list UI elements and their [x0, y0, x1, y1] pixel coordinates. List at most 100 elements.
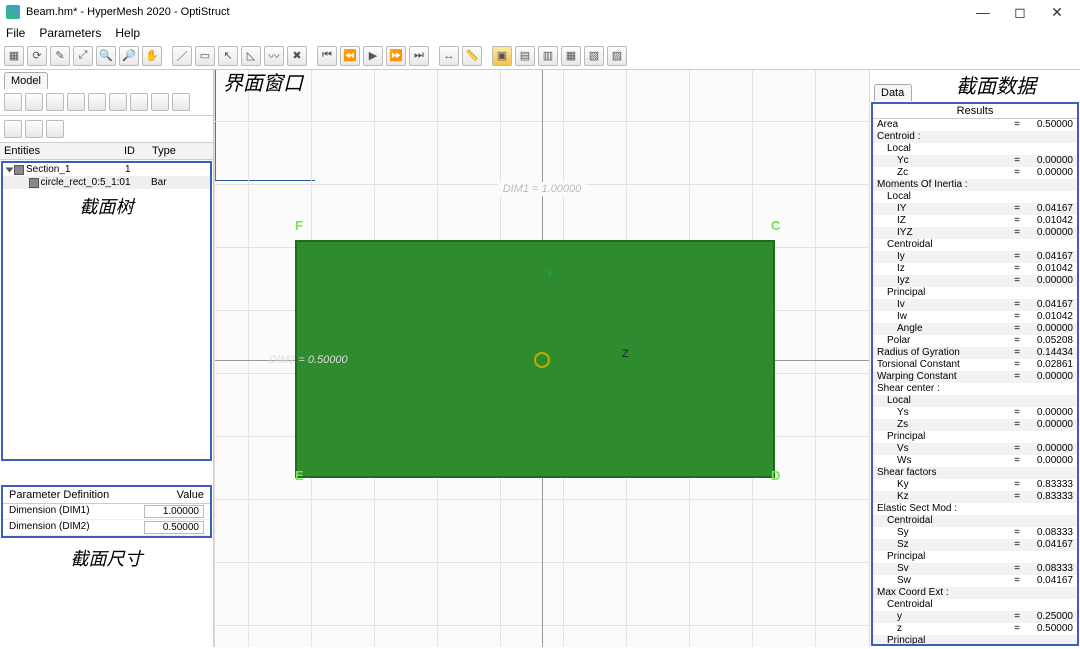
result-row: Principal: [873, 431, 1077, 443]
result-row: Max Coord Ext :: [873, 587, 1077, 599]
zoom-in-icon[interactable]: 🔍: [96, 46, 116, 66]
result-row: Ky=0.83333: [873, 479, 1077, 491]
layout-1-icon[interactable]: ▣: [492, 46, 512, 66]
delete-icon[interactable]: ✖: [287, 46, 307, 66]
result-row: Yc=0.00000: [873, 155, 1077, 167]
origin-marker: [534, 352, 550, 368]
zoom-fit-icon[interactable]: ⤢: [73, 46, 93, 66]
toolbar: ▦ ⟳ ✎ ⤢ 🔍 🔎 ✋ ／ ▭ ↖ ◺ 〰 ✖ ⏮ ⏪ ▶ ⏩ ⏭ ↔ 📏 …: [0, 44, 1080, 70]
result-row: Radius of Gyration=0.14434: [873, 347, 1077, 359]
result-row: Sw=0.04167: [873, 575, 1077, 587]
poly-icon[interactable]: ◺: [241, 46, 261, 66]
rect-icon[interactable]: ▭: [195, 46, 215, 66]
menu-file[interactable]: File: [6, 26, 25, 40]
browser-load-icon[interactable]: [88, 93, 106, 111]
result-row: Ys=0.00000: [873, 407, 1077, 419]
result-row: Ws=0.00000: [873, 455, 1077, 467]
browser-sub2-icon[interactable]: [25, 120, 43, 138]
browser-property-icon[interactable]: [67, 93, 85, 111]
draw-icon[interactable]: ✎: [50, 46, 70, 66]
curve-icon[interactable]: 〰: [264, 46, 284, 66]
result-row: Centroid :: [873, 131, 1077, 143]
results-box: Results Area=0.50000Centroid :LocalYc=0.…: [871, 102, 1079, 646]
param-row[interactable]: Dimension (DIM1)1.00000: [3, 504, 210, 520]
result-row: Iw=0.01042: [873, 311, 1077, 323]
play-next-icon[interactable]: ⏩: [386, 46, 406, 66]
result-row: Local: [873, 395, 1077, 407]
result-row: Zs=0.00000: [873, 419, 1077, 431]
grid-icon[interactable]: ▦: [4, 46, 24, 66]
result-row: y=0.25000: [873, 611, 1077, 623]
browser-sub3-icon[interactable]: [46, 120, 64, 138]
tab-data[interactable]: Data: [874, 84, 912, 101]
result-row: Local: [873, 191, 1077, 203]
window-title: Beam.hm* - HyperMesh 2020 - OptiStruct: [26, 6, 230, 18]
browser-other-icon[interactable]: [172, 93, 190, 111]
minimize-button[interactable]: —: [966, 4, 1000, 20]
tree-row[interactable]: Section_11: [3, 163, 210, 176]
browser-set-icon[interactable]: [109, 93, 127, 111]
viewport[interactable]: 界面窗口 DIM1 = 1.00000 DIM2 = 0.50000 F C E…: [214, 70, 870, 647]
result-row: Local: [873, 143, 1077, 155]
result-row: Principal: [873, 287, 1077, 299]
annotation-tree: 截面树: [3, 189, 210, 223]
result-row: Centroidal: [873, 239, 1077, 251]
measure-icon[interactable]: ↔: [439, 46, 459, 66]
browser-assembly-icon[interactable]: [130, 93, 148, 111]
menu-parameters[interactable]: Parameters: [39, 26, 101, 40]
menu-help[interactable]: Help: [115, 26, 140, 40]
browser-sub1-icon[interactable]: [4, 120, 22, 138]
tree-header-type[interactable]: Type: [152, 145, 209, 157]
result-row: Polar=0.05208: [873, 335, 1077, 347]
play-last-icon[interactable]: ⏭: [409, 46, 429, 66]
axis-y-label: Y: [546, 268, 553, 280]
browser-component-icon[interactable]: [25, 93, 43, 111]
layout-4-icon[interactable]: ▦: [561, 46, 581, 66]
result-row: Sy=0.08333: [873, 527, 1077, 539]
play-prev-icon[interactable]: ⏪: [340, 46, 360, 66]
result-row: Principal: [873, 551, 1077, 563]
result-row: Sz=0.04167: [873, 539, 1077, 551]
param-header-left: Parameter Definition: [9, 489, 109, 501]
play-icon[interactable]: ▶: [363, 46, 383, 66]
tree-row[interactable]: circle_rect_0:5_1:01Bar: [3, 176, 210, 189]
line-icon[interactable]: ／: [172, 46, 192, 66]
layout-5-icon[interactable]: ▧: [584, 46, 604, 66]
layout-6-icon[interactable]: ▨: [607, 46, 627, 66]
tree-header-entities[interactable]: Entities: [4, 145, 124, 157]
corner-d: D: [771, 468, 780, 483]
dim2-label: DIM2 = 0.50000: [269, 354, 348, 366]
refresh-icon[interactable]: ⟳: [27, 46, 47, 66]
tree-header-id[interactable]: ID: [124, 145, 152, 157]
pan-icon[interactable]: ✋: [142, 46, 162, 66]
close-button[interactable]: ✕: [1040, 4, 1074, 21]
result-row: Kz=0.83333: [873, 491, 1077, 503]
zoom-out-icon[interactable]: 🔎: [119, 46, 139, 66]
results-header: Results: [873, 104, 1077, 119]
browser-material-icon[interactable]: [46, 93, 64, 111]
result-row: Sv=0.08333: [873, 563, 1077, 575]
titlebar: Beam.hm* - HyperMesh 2020 - OptiStruct —…: [0, 0, 1080, 24]
result-row: Zc=0.00000: [873, 167, 1077, 179]
param-row[interactable]: Dimension (DIM2)0.50000: [3, 520, 210, 536]
maximize-button[interactable]: ◻: [1003, 4, 1037, 21]
result-row: Area=0.50000: [873, 119, 1077, 131]
result-row: Iyz=0.00000: [873, 275, 1077, 287]
layout-2-icon[interactable]: ▤: [515, 46, 535, 66]
browser-filter-icon[interactable]: [4, 93, 22, 111]
param-header-right: Value: [177, 489, 204, 501]
result-row: Warping Constant=0.00000: [873, 371, 1077, 383]
browser-include-icon[interactable]: [151, 93, 169, 111]
result-row: z=0.50000: [873, 623, 1077, 635]
corner-e: E: [295, 468, 304, 483]
layout-3-icon[interactable]: ▥: [538, 46, 558, 66]
parameter-box: Parameter Definition Value Dimension (DI…: [1, 485, 212, 538]
play-first-icon[interactable]: ⏮: [317, 46, 337, 66]
result-row: IYZ=0.00000: [873, 227, 1077, 239]
tab-model[interactable]: Model: [4, 72, 48, 89]
annotation-viewport: 界面窗口: [223, 67, 303, 96]
dim1-label: DIM1 = 1.00000: [499, 182, 586, 196]
dimension-icon[interactable]: 📏: [462, 46, 482, 66]
result-row: Shear factors: [873, 467, 1077, 479]
pointer-icon[interactable]: ↖: [218, 46, 238, 66]
